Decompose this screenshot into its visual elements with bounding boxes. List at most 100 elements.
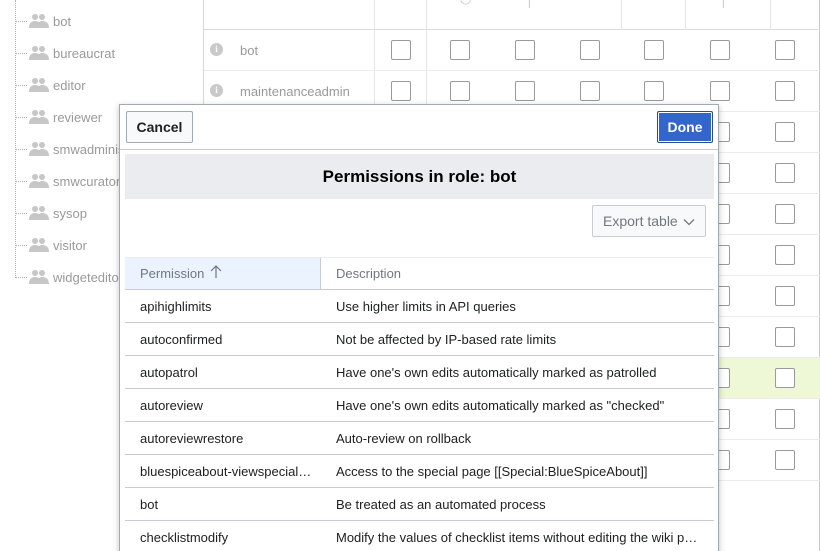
group-icon [29, 269, 49, 285]
permission-description: Access to the special page [[Special:Blu… [336, 463, 648, 479]
tree-item-bureaucrat[interactable]: bureaucrat [15, 43, 115, 63]
permission-name: autopatrol [140, 364, 198, 380]
grid-column-divider [621, 0, 622, 30]
permission-checkbox[interactable] [775, 368, 795, 388]
description-cell: Access to the special page [[Special:Blu… [321, 455, 714, 487]
table-row[interactable]: apihighlimits Use higher limits in API qu… [125, 290, 714, 323]
grid-column-divider [770, 0, 771, 30]
table-row[interactable]: autopatrol Have one's own edits automatic… [125, 356, 714, 389]
permission-column-label: Permission [140, 266, 205, 281]
tree-item-label: widgeteditor [53, 269, 124, 285]
tree-connector [15, 52, 27, 54]
tree-item-widgeteditor[interactable]: widgeteditor [15, 267, 123, 287]
permission-checkbox[interactable] [775, 450, 795, 470]
cancel-button[interactable]: Cancel [126, 111, 193, 143]
group-icon [29, 13, 49, 29]
tree-item-smwcurator[interactable]: smwcurator [15, 171, 120, 191]
permission-name: autoreview [140, 397, 203, 413]
permission-checkbox[interactable] [775, 204, 795, 224]
permission-description: Have one's own edits automatically marke… [336, 397, 665, 413]
group-icon [29, 237, 49, 253]
permission-cell: bluespiceabout-viewspecialpage [125, 455, 321, 487]
tree-item-label: smwcurator [53, 173, 121, 189]
column-header-label: | [528, 0, 531, 9]
dialog-title-bar: Permissions in role: bot [125, 154, 714, 199]
grid-role-label: bot [240, 43, 259, 58]
permission-cell: checklistmodify [125, 521, 321, 551]
tree-item-label: bot [53, 13, 72, 29]
table-row[interactable]: autoconfirmed Not be affected by IP-based… [125, 323, 714, 356]
grid-header: ◯ | | [204, 0, 820, 30]
info-icon[interactable]: i [210, 43, 223, 56]
permission-cell: autopatrol [125, 356, 321, 388]
table-row[interactable]: bot Be treated as an automated process [125, 488, 714, 521]
permissions-table: Permission Description apihighlimits Use … [125, 257, 714, 551]
group-icon [29, 205, 49, 221]
permission-checkbox[interactable] [391, 40, 411, 60]
table-row[interactable]: autoreview Have one's own edits automatic… [125, 389, 714, 422]
permission-checkbox[interactable] [775, 245, 795, 265]
grid-column-divider [685, 0, 686, 30]
permission-checkbox[interactable] [775, 409, 795, 429]
group-icon [29, 141, 49, 157]
permission-description: Auto-review on rollback [336, 430, 472, 446]
permission-cell: bot [125, 488, 321, 520]
permission-name: apihighlimits [140, 298, 212, 314]
permission-checkbox[interactable] [515, 81, 535, 101]
permission-checkbox[interactable] [450, 40, 470, 60]
permission-checkbox[interactable] [775, 40, 795, 60]
export-table-label: Export table [603, 213, 678, 229]
description-column-header[interactable]: Description [321, 258, 714, 289]
permission-checkbox[interactable] [710, 81, 730, 101]
tree-item-editor[interactable]: editor [15, 75, 86, 95]
permission-checkbox[interactable] [775, 122, 795, 142]
permission-checkbox[interactable] [710, 40, 730, 60]
permission-description: Modify the values of checklist items wit… [336, 529, 699, 545]
export-table-button[interactable]: Export table [592, 205, 706, 237]
permission-name: autoconfirmed [140, 331, 223, 347]
permission-checkbox[interactable] [775, 286, 795, 306]
permission-checkbox[interactable] [775, 163, 795, 183]
permission-checkbox[interactable] [580, 81, 600, 101]
permission-column-header[interactable]: Permission [125, 258, 321, 289]
permission-description: Not be affected by IP-based rate limits [336, 331, 557, 347]
tree-item-visitor[interactable]: visitor [15, 235, 87, 255]
tree-item-reviewer[interactable]: reviewer [15, 107, 102, 127]
description-cell: Not be affected by IP-based rate limits [321, 323, 714, 355]
table-row[interactable]: autoreviewrestore Auto-review on rollback [125, 422, 714, 455]
table-row[interactable]: bluespiceabout-viewspecialpage Access to … [125, 455, 714, 488]
column-header-icon: ◯ [460, 0, 471, 5]
description-column-label: Description [336, 266, 402, 281]
group-icon [29, 109, 49, 125]
permission-checkbox[interactable] [775, 81, 795, 101]
permission-checkbox[interactable] [644, 40, 664, 60]
description-cell: Modify the values of checklist items wit… [321, 521, 714, 551]
permission-name: autoreviewrestore [140, 430, 244, 446]
tree-item-bot[interactable]: bot [15, 11, 71, 31]
tree-item-label: reviewer [53, 109, 103, 125]
tree-connector [15, 84, 27, 86]
description-cell: Use higher limits in API queries [321, 290, 714, 322]
permission-checkbox[interactable] [515, 40, 535, 60]
tree-connector [15, 148, 27, 150]
permission-checkbox[interactable] [391, 81, 411, 101]
tree-connector [15, 116, 27, 118]
permission-name: bot [140, 496, 159, 512]
tree-item-label: editor [53, 77, 86, 93]
permission-checkbox[interactable] [775, 327, 795, 347]
permission-cell: apihighlimits [125, 290, 321, 322]
description-cell: Have one's own edits automatically marke… [321, 356, 714, 388]
permission-cell: autoconfirmed [125, 323, 321, 355]
tree-item-sysop[interactable]: sysop [15, 203, 87, 223]
permission-checkbox[interactable] [644, 81, 664, 101]
permissions-dialog: Cancel Done Permissions in role: bot Exp… [119, 104, 719, 551]
description-cell: Auto-review on rollback [321, 422, 714, 454]
tree-item-label: sysop [53, 205, 87, 221]
permission-checkbox[interactable] [580, 40, 600, 60]
permission-checkbox[interactable] [450, 81, 470, 101]
info-icon[interactable]: i [210, 84, 223, 97]
table-row[interactable]: checklistmodify Modify the values of chec… [125, 521, 714, 551]
tree-item-label: visitor [53, 237, 87, 253]
chevron-down-icon [683, 215, 695, 231]
done-button[interactable]: Done [657, 111, 713, 143]
